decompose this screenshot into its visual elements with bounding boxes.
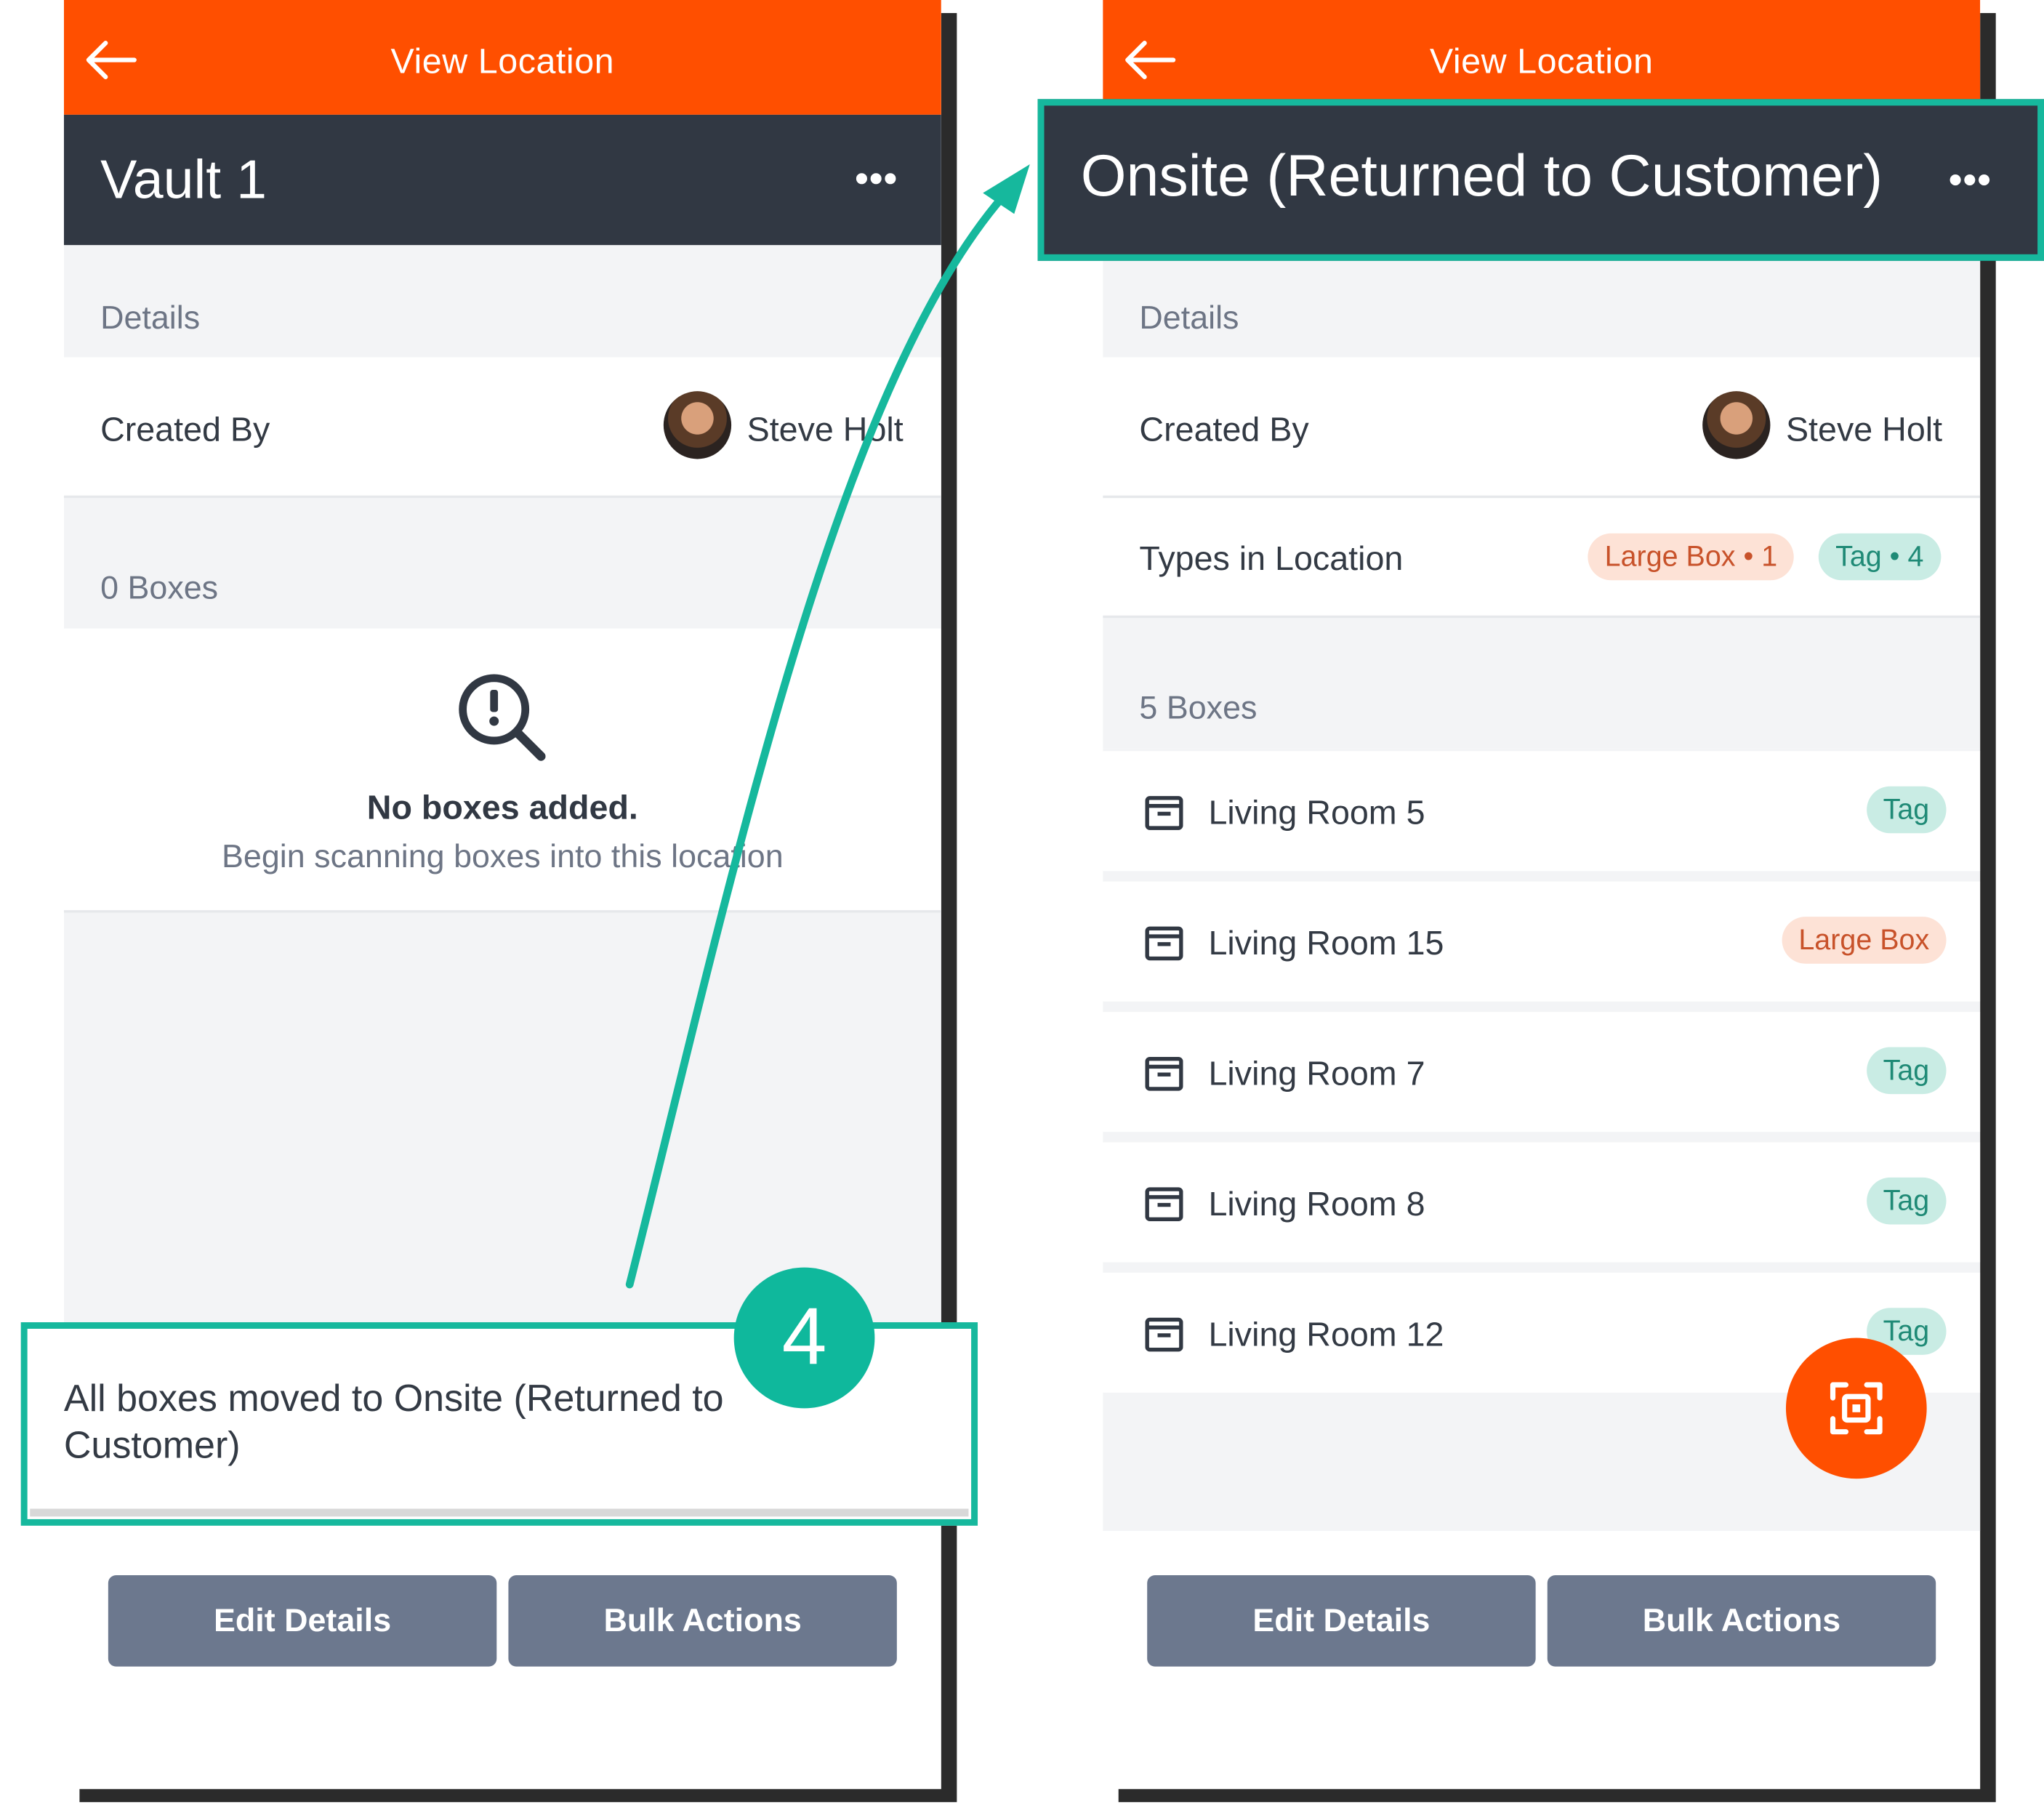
box-icon (1145, 1317, 1183, 1352)
created-by-label: Created By (100, 409, 270, 449)
box-type-pill: Large Box (1782, 917, 1947, 964)
location-name: Vault 1 (100, 148, 267, 210)
scan-button[interactable] (1785, 1338, 1927, 1479)
location-header-highlight: Onsite (Returned to Customer) (1037, 99, 2044, 261)
bulk-actions-button[interactable]: Bulk Actions (508, 1575, 897, 1667)
search-alert-icon (459, 674, 546, 761)
toast-shadow (30, 1508, 969, 1517)
more-options-icon[interactable] (1949, 174, 1990, 187)
box-icon (1145, 1056, 1183, 1091)
avatar (663, 391, 732, 459)
boxes-count-label: 0 Boxes (100, 569, 219, 607)
empty-title: No boxes added. (366, 787, 638, 827)
box-icon (1145, 1187, 1183, 1221)
created-by-row: Created By Steve Holt (63, 357, 941, 499)
step-badge: 4 (733, 1267, 875, 1409)
created-by-name: Steve Holt (747, 409, 904, 449)
types-label: Types in Location (1139, 538, 1404, 578)
highlighted-location-name: Onsite (Returned to Customer) (1080, 142, 1883, 209)
details-label: Details (100, 299, 201, 337)
created-by-label: Created By (1139, 409, 1309, 449)
avatar (1702, 391, 1771, 459)
created-by-row: Created By Steve Holt (1103, 357, 1981, 499)
list-item[interactable]: Living Room 5 Tag (1103, 751, 1981, 872)
boxes-count-label: 5 Boxes (1139, 689, 1258, 727)
box-name: Living Room 5 (1208, 792, 1425, 832)
list-item[interactable]: Living Room 8 Tag (1103, 1142, 1981, 1263)
details-section-header: Details (63, 245, 941, 358)
empty-subtitle: Begin scanning boxes into this location (222, 838, 784, 875)
box-type-pill: Tag (1866, 786, 1947, 834)
edit-details-button[interactable]: Edit Details (108, 1575, 497, 1667)
box-name: Living Room 7 (1208, 1053, 1425, 1093)
edit-details-button[interactable]: Edit Details (1147, 1575, 1536, 1667)
scan-icon (1830, 1382, 1883, 1435)
box-icon (1145, 796, 1183, 830)
type-pill-tag: Tag • 4 (1818, 533, 1941, 581)
top-app-bar: View Location (63, 0, 941, 115)
box-type-pill: Tag (1866, 1177, 1947, 1225)
created-by-name: Steve Holt (1785, 409, 1943, 449)
box-icon (1145, 926, 1183, 961)
more-options-icon[interactable] (855, 172, 896, 185)
page-title: View Location (1429, 41, 1654, 81)
right-phone-screen: View Location Onsite (Returned to Custom… (1103, 0, 1981, 1790)
type-pill-large-box: Large Box • 1 (1588, 533, 1795, 581)
list-item[interactable]: Living Room 15 Large Box (1103, 881, 1981, 1002)
box-name: Living Room 8 (1208, 1183, 1425, 1223)
page-title: View Location (390, 41, 615, 81)
location-header: Vault 1 (63, 114, 941, 246)
bulk-actions-button[interactable]: Bulk Actions (1547, 1575, 1936, 1667)
types-in-location-row: Types in Location Large Box • 1 Tag • 4 (1103, 498, 1981, 619)
details-section-header: Details (1103, 245, 1981, 358)
box-type-pill: Tag (1866, 1047, 1947, 1095)
stage: View Location Vault 1 Details Created By… (0, 0, 2044, 1810)
boxes-section-header: 0 Boxes (63, 498, 941, 629)
toast-message: All boxes moved to Onsite (Returned to C… (63, 1378, 724, 1468)
list-item[interactable]: Living Room 7 Tag (1103, 1012, 1981, 1133)
details-label: Details (1139, 299, 1239, 337)
box-name: Living Room 15 (1208, 923, 1444, 962)
boxes-section-header: 5 Boxes (1103, 618, 1981, 749)
box-name: Living Room 12 (1208, 1314, 1444, 1354)
top-app-bar: View Location (1103, 0, 1981, 115)
empty-state: No boxes added. Begin scanning boxes int… (63, 628, 941, 913)
